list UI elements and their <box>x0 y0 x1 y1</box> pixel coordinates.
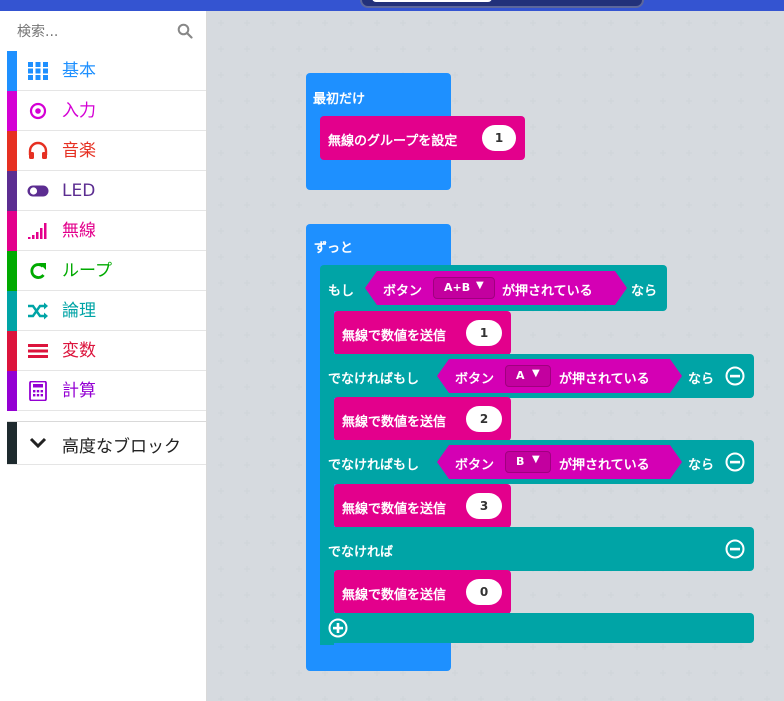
button-label: ボタン <box>455 372 495 387</box>
editor-toggle[interactable] <box>360 0 644 8</box>
chevron-down-icon <box>29 437 47 449</box>
category-label: 論理 <box>62 301 96 321</box>
category-label: 計算 <box>62 381 96 401</box>
dropdown-arrow-icon: ▼ <box>532 368 540 379</box>
button-dropdown[interactable]: A+B ▼ <box>433 277 495 299</box>
category-label: 変数 <box>62 341 96 361</box>
radio-send-number-block[interactable]: 無線で数値を送信 0 <box>334 570 511 614</box>
pressed-label: が押されている <box>559 372 650 387</box>
button-dropdown-value: A <box>516 369 525 382</box>
toolbox-category-radio[interactable]: 無線 <box>7 211 206 251</box>
send-value-input[interactable]: 3 <box>466 493 502 519</box>
dropdown-arrow-icon: ▼ <box>476 280 484 291</box>
set-group-label: 無線のグループを設定 <box>328 134 458 149</box>
button-dropdown[interactable]: A ▼ <box>505 365 551 387</box>
radio-send-number-block[interactable]: 無線で数値を送信 2 <box>334 397 511 441</box>
toolbox-category-math[interactable]: 計算 <box>7 371 206 411</box>
category-color-bar <box>7 91 17 131</box>
category-label: ループ <box>62 261 112 281</box>
category-color-bar <box>7 251 17 291</box>
advanced-label: 高度なブロック <box>62 437 181 457</box>
category-color-bar <box>7 371 17 411</box>
send-value-input[interactable]: 1 <box>466 320 502 346</box>
category-color-bar <box>7 331 17 371</box>
remove-circle-icon[interactable] <box>725 452 745 472</box>
category-label: 基本 <box>62 61 96 81</box>
headphones-icon <box>28 141 48 159</box>
button-label: ボタン <box>455 458 495 473</box>
then-label: なら <box>688 458 715 473</box>
button-pressed-condition[interactable]: ボタン A+B ▼ が押されている <box>365 271 627 305</box>
then-label: なら <box>631 284 658 299</box>
send-number-label: 無線で数値を送信 <box>342 329 447 344</box>
toolbox-category-loops[interactable]: ループ <box>7 251 206 291</box>
dropdown-arrow-icon: ▼ <box>532 454 540 465</box>
else-if-label: でなければもし <box>328 372 420 387</box>
button-dropdown-value: A+B <box>444 281 471 294</box>
else-label: でなければ <box>328 545 394 560</box>
radio-set-group-block[interactable]: 無線のグループを設定 1 <box>320 116 525 160</box>
send-number-label: 無線で数値を送信 <box>342 502 447 517</box>
if-label: もし <box>328 284 355 299</box>
button-pressed-condition[interactable]: ボタン A ▼ が押されている <box>437 359 682 393</box>
radio-send-number-block[interactable]: 無線で数値を送信 1 <box>334 311 511 355</box>
button-dropdown[interactable]: B ▼ <box>505 451 551 473</box>
remove-circle-icon[interactable] <box>725 539 745 559</box>
top-menu-bar <box>0 0 784 11</box>
group-value-input[interactable]: 1 <box>482 125 516 151</box>
search-input[interactable] <box>15 19 169 45</box>
toolbox-category-led[interactable]: LED <box>7 171 206 211</box>
grid-icon <box>28 62 48 80</box>
send-value-input[interactable]: 2 <box>466 406 502 432</box>
else-row[interactable]: でなければ <box>320 527 754 571</box>
then-label: なら <box>688 372 715 387</box>
toolbox-category-input[interactable]: 入力 <box>7 91 206 131</box>
else-if-label: でなければもし <box>328 458 420 473</box>
category-label: 音楽 <box>62 141 96 161</box>
editor-toggle-active[interactable] <box>372 0 492 2</box>
if-block-header[interactable]: もし ボタン A+B ▼ が押されている なら <box>320 265 667 311</box>
pressed-label: が押されている <box>502 284 593 299</box>
category-color-bar <box>7 51 17 91</box>
toolbox-advanced[interactable]: 高度なブロック <box>7 421 206 465</box>
button-label: ボタン <box>383 284 423 299</box>
forever-label: ずっと <box>314 241 354 256</box>
toolbox: 基本 入力 音楽 LED <box>7 11 207 701</box>
toolbox-category-basic[interactable]: 基本 <box>7 51 206 91</box>
if-block-footer[interactable] <box>320 613 754 643</box>
signal-icon <box>28 223 47 239</box>
toolbox-category-logic[interactable]: 論理 <box>7 291 206 331</box>
button-pressed-condition[interactable]: ボタン B ▼ が押されている <box>437 445 682 479</box>
category-label: 入力 <box>62 101 96 121</box>
shuffle-icon <box>28 302 48 320</box>
send-number-label: 無線で数値を送信 <box>342 588 447 603</box>
toggle-icon <box>27 185 49 197</box>
on-start-label: 最初だけ <box>313 92 366 107</box>
category-color-bar <box>7 131 17 171</box>
category-color-bar <box>7 291 17 331</box>
category-label: 無線 <box>62 221 96 241</box>
left-strip <box>0 11 7 701</box>
radio-send-number-block[interactable]: 無線で数値を送信 3 <box>334 484 511 528</box>
list-icon <box>28 344 48 358</box>
category-color-bar <box>7 211 17 251</box>
send-number-label: 無線で数値を送信 <box>342 415 447 430</box>
toolbox-search <box>7 11 206 51</box>
category-label: LED <box>62 181 96 201</box>
loop-icon <box>30 263 46 279</box>
category-color-bar <box>7 422 17 464</box>
add-circle-icon[interactable] <box>328 618 348 638</box>
button-dropdown-value: B <box>516 455 525 468</box>
search-icon[interactable] <box>177 23 193 39</box>
send-value-input[interactable]: 0 <box>466 579 502 605</box>
target-icon <box>29 102 47 120</box>
category-color-bar <box>7 171 17 211</box>
else-if-row[interactable]: でなければもし ボタン A ▼ が押されている なら <box>320 354 754 398</box>
remove-circle-icon[interactable] <box>725 366 745 386</box>
pressed-label: が押されている <box>559 458 650 473</box>
toolbox-category-music[interactable]: 音楽 <box>7 131 206 171</box>
toolbox-category-variables[interactable]: 変数 <box>7 331 206 371</box>
else-if-row[interactable]: でなければもし ボタン B ▼ が押されている なら <box>320 440 754 484</box>
calculator-icon <box>29 381 47 401</box>
